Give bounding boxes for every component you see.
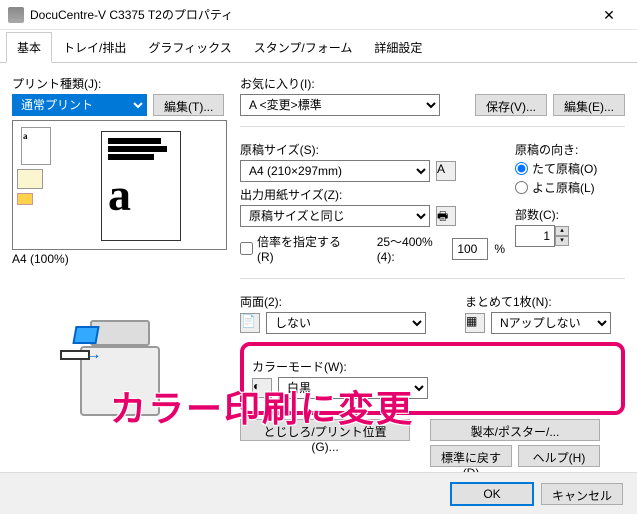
favorite-label: お気に入り(I): [240,75,625,92]
close-button[interactable]: ✕ [589,1,629,29]
print-type-select[interactable]: 通常プリント [12,94,147,116]
tab-advanced[interactable]: 詳細設定 [363,32,433,62]
duplex-label: 両面(2): [240,293,455,310]
edit-favorite-button[interactable]: 編集(E)... [553,94,625,116]
tab-basic[interactable]: 基本 [6,32,52,63]
scale-input[interactable] [452,238,488,260]
nup-label: まとめて1枚(N): [465,293,625,310]
print-type-label: プリント種類(J): [12,75,227,92]
copies-up[interactable]: ▴ [555,226,569,236]
duplex-select[interactable]: しない [266,312,426,334]
booklet-button[interactable]: 製本/ポスター/... [430,419,600,441]
help-button[interactable]: ヘルプ(H) [518,445,600,467]
save-favorite-button[interactable]: 保存(V)... [475,94,547,116]
tab-bar: 基本 トレイ/排出 グラフィックス スタンプ/フォーム 詳細設定 [0,30,637,63]
defaults-button[interactable]: 標準に戻す(D) [430,445,512,467]
orient-label: 原稿の向き: [515,141,625,158]
copies-spinner[interactable]: ▴▾ [515,225,569,247]
orient-landscape[interactable]: よこ原稿(L) [515,179,625,196]
size-icon[interactable]: A [436,161,456,181]
output-icon[interactable]: 🖶 [436,206,456,226]
ok-button[interactable]: OK [451,483,533,505]
orig-size-label: 原稿サイズ(S): [240,141,505,158]
page-preview: a [101,131,181,241]
copies-down[interactable]: ▾ [555,236,569,246]
tab-stamp[interactable]: スタンプ/フォーム [243,32,364,62]
preview-caption: A4 (100%) [12,252,227,266]
percent-label: % [494,242,505,256]
edit-type-button[interactable]: 編集(T)... [153,94,224,116]
tab-graphics[interactable]: グラフィックス [137,32,242,62]
binding-button[interactable]: とじしろ/プリント位置(G)... [240,419,410,441]
cancel-button[interactable]: キャンセル [541,483,623,505]
color-mode-label: カラーモード(W): [252,358,613,375]
printer-icon [8,7,24,23]
nup-icon: ▦ [465,313,485,333]
thumb-icon: a [21,127,51,165]
thumb-icon-3 [17,193,33,205]
color-mode-select[interactable]: 白黒 [278,377,428,399]
orient-portrait[interactable]: たて原稿(O) [515,160,625,177]
window-title: DocuCentre-V C3375 T2のプロパティ [30,6,589,23]
color-mode-icon: ◐ [252,378,272,398]
preview-pane: a a [12,120,227,250]
copies-input[interactable] [515,225,555,247]
duplex-icon: 📄 [240,313,260,333]
orig-size-select[interactable]: A4 (210×297mm) [240,160,430,182]
out-size-select[interactable]: 原稿サイズと同じ [240,205,430,227]
favorite-select[interactable]: A <変更>標準 [240,94,440,116]
copies-label: 部数(C): [515,206,625,223]
scale-range-label: 25～400%(4): [377,233,447,264]
out-size-label: 出力用紙サイズ(Z): [240,186,505,203]
scale-checkbox[interactable]: 倍率を指定する(R) [240,233,351,264]
tab-tray[interactable]: トレイ/排出 [52,32,137,62]
color-mode-highlight: カラーモード(W): ◐ 白黒 [240,342,625,415]
thumb-icon-2 [17,169,43,189]
nup-select[interactable]: Nアップしない [491,312,611,334]
printer-illustration: → [60,286,180,416]
